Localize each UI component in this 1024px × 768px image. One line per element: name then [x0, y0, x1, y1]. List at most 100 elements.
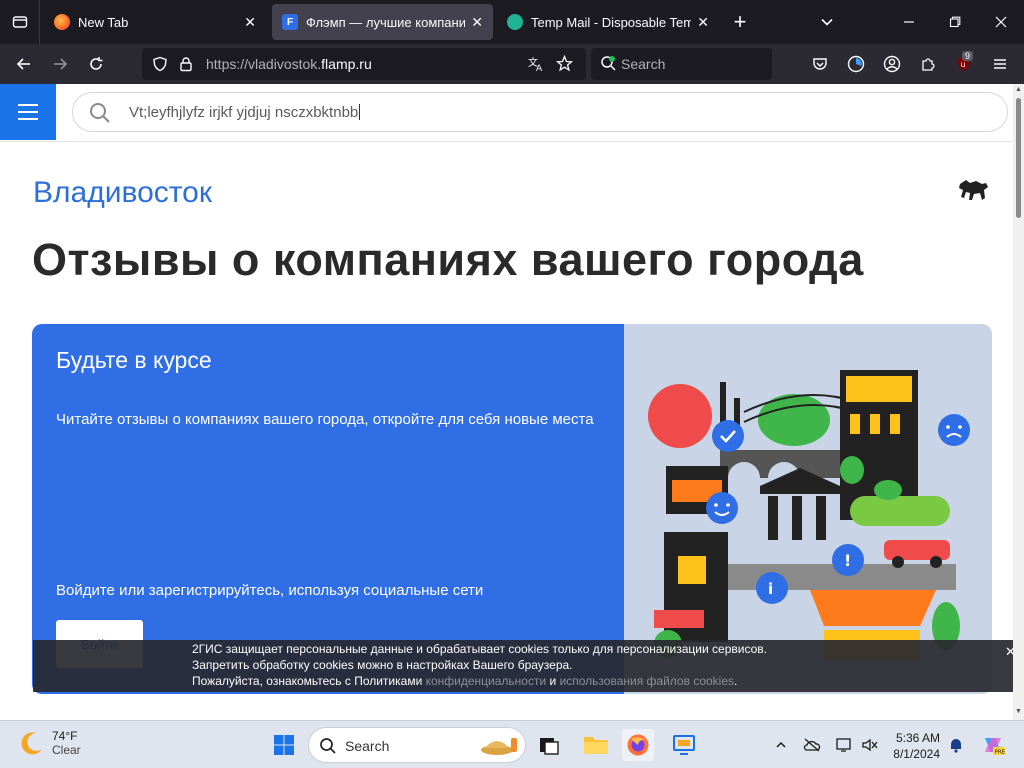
reload-button[interactable] — [82, 50, 110, 78]
speaker-muted-icon — [862, 738, 878, 752]
account-icon — [883, 55, 901, 73]
site-menu-button[interactable] — [0, 84, 56, 140]
lock-icon — [180, 57, 192, 72]
forward-button[interactable] — [46, 50, 74, 78]
city-link[interactable]: Владивосток — [33, 176, 212, 210]
firefox-icon — [54, 14, 70, 30]
bookmark-star-icon[interactable] — [556, 55, 573, 72]
moon-icon — [21, 732, 42, 755]
hamburger-line — [18, 104, 38, 106]
flamp-favicon-icon: F — [282, 14, 298, 30]
privacy-policy-link[interactable]: конфиденциальности — [426, 674, 547, 688]
firefox-taskbar-button[interactable] — [622, 729, 654, 761]
close-window-button[interactable] — [978, 0, 1024, 44]
svg-text:A: A — [536, 64, 543, 72]
restore-window-button[interactable] — [932, 0, 978, 44]
cookie-text: 2ГИС защищает персональные данные и обра… — [192, 641, 767, 689]
minimize-icon — [904, 21, 914, 23]
search-engine-icon — [601, 56, 616, 71]
cloud-off-icon — [803, 738, 821, 752]
close-icon[interactable]: ✕ — [697, 14, 709, 31]
file-explorer-button[interactable] — [580, 729, 612, 761]
system-clock[interactable]: 5:36 AM 8/1/2024 — [880, 730, 940, 762]
address-bar[interactable]: https://vladivostok.flamp.ru 文A — [142, 48, 586, 80]
close-icon[interactable]: ✕ — [471, 14, 483, 31]
page-scrollbar[interactable]: ▲ ▼ — [1013, 84, 1024, 720]
promo-card: Будьте в курсе Читайте отзывы о компания… — [32, 324, 992, 694]
hamburger-line — [18, 111, 38, 113]
tray-app-button[interactable] — [802, 735, 822, 755]
volume-button[interactable] — [860, 735, 880, 755]
promo-title: Будьте в курсе — [56, 347, 212, 373]
search-highlight-icon — [481, 738, 517, 755]
show-hidden-icons-button[interactable] — [771, 735, 791, 755]
cookie-policy-link[interactable]: использования файлов cookies — [560, 674, 734, 688]
extension-timer-button[interactable] — [842, 50, 870, 78]
folder-icon — [584, 737, 608, 754]
network-icon — [836, 738, 851, 752]
new-tab-button[interactable]: + — [728, 8, 752, 36]
windows-logo-icon — [274, 735, 294, 755]
close-icon[interactable]: ✕ — [244, 14, 256, 31]
weather-temperature: 74°F — [52, 729, 78, 743]
tab-flamp[interactable]: F Флэмп — лучшие компании ✕ — [272, 4, 493, 40]
start-button[interactable] — [268, 729, 300, 761]
task-view-icon — [540, 738, 559, 755]
page-headline: Отзывы о компаниях вашего города — [32, 234, 864, 285]
firefox-icon — [627, 734, 649, 756]
copilot-button[interactable]: PRE — [980, 735, 1006, 756]
ublock-count-badge: 9 — [962, 51, 974, 61]
url-text: https://vladivostok.flamp.ru — [206, 56, 372, 72]
clock-date: 8/1/2024 — [893, 747, 940, 761]
pocket-button[interactable] — [806, 50, 834, 78]
browser-nav-bar: https://vladivostok.flamp.ru 文A Search u… — [0, 44, 1024, 84]
tab-title: New Tab — [78, 14, 129, 30]
svg-text:u: u — [961, 60, 966, 69]
flamp-lion-logo-icon[interactable] — [958, 178, 990, 204]
task-view-button[interactable] — [533, 729, 565, 761]
weather-widget[interactable]: 74°F Clear — [18, 729, 81, 757]
promo-login-hint: Войдите или зарегистрируйтесь, используя… — [56, 582, 484, 599]
minimize-window-button[interactable] — [886, 0, 932, 44]
tab-overview-button[interactable] — [0, 0, 40, 44]
search-bar-placeholder: Search — [621, 56, 666, 72]
timer-icon — [847, 55, 865, 73]
promo-panel: Будьте в курсе Читайте отзывы о компания… — [32, 324, 624, 694]
shield-icon — [153, 56, 167, 72]
city-illustration-image: ! i — [648, 370, 970, 660]
search-bar[interactable]: Search — [591, 48, 772, 80]
app-menu-button[interactable] — [986, 50, 1014, 78]
chevron-down-icon — [821, 18, 833, 26]
list-all-tabs-button[interactable] — [815, 10, 839, 34]
scrollbar-thumb[interactable] — [1016, 98, 1021, 218]
back-button[interactable] — [10, 50, 38, 78]
scroll-down-arrow-icon[interactable]: ▼ — [1015, 708, 1022, 715]
cookie-banner: 2ГИС защищает персональные данные и обра… — [33, 640, 1013, 692]
network-button[interactable] — [834, 735, 854, 755]
svg-text:PRE: PRE — [995, 750, 1006, 756]
cookie-close-button[interactable]: ✕ — [1005, 644, 1013, 660]
pocket-icon — [813, 58, 827, 70]
site-search-input[interactable]: Vt;leyfhjlyfz irjkf yjdjuj nsczxbktnbb — [72, 92, 1008, 132]
hamburger-menu-icon — [994, 59, 1006, 69]
account-button[interactable] — [878, 50, 906, 78]
translate-icon[interactable]: 文A — [528, 56, 545, 72]
cookie-line: Пожалуйста, ознакомьтесь с Политиками ко… — [192, 674, 738, 688]
tab-new-tab[interactable]: New Tab ✕ — [44, 4, 266, 40]
tab-overview-icon — [12, 16, 27, 28]
tab-temp-mail[interactable]: Temp Mail - Disposable Tempo ✕ — [497, 4, 719, 40]
scroll-up-arrow-icon[interactable]: ▲ — [1015, 86, 1022, 93]
close-icon — [995, 16, 1007, 28]
extensions-button[interactable] — [914, 50, 942, 78]
app-taskbar-button[interactable] — [668, 729, 700, 761]
copilot-icon: PRE — [985, 738, 1006, 756]
search-icon — [90, 103, 110, 123]
cookie-line: Запретить обработку cookies можно в наст… — [192, 658, 573, 672]
bell-icon — [951, 739, 961, 753]
tab-title: Флэмп — лучшие компании — [306, 14, 466, 30]
web-page: Vt;leyfhjlyfz irjkf yjdjuj nsczxbktnbb В… — [0, 84, 1013, 720]
chevron-up-icon — [776, 741, 786, 748]
notifications-button[interactable] — [946, 735, 966, 755]
browser-tab-strip: New Tab ✕ F Флэмп — лучшие компании ✕ Te… — [0, 0, 1024, 44]
taskbar-search-box[interactable]: Search — [308, 727, 526, 763]
